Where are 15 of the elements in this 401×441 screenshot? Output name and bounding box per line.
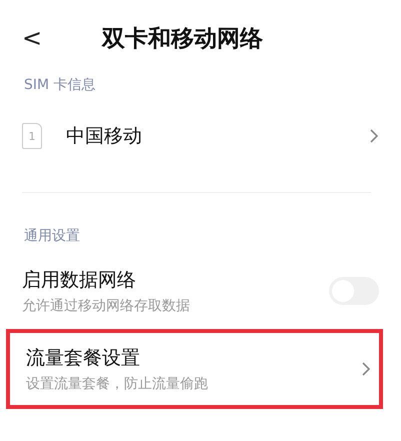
section-heading: SIM 卡信息 <box>24 77 96 93</box>
settings-row[interactable]: 1 中国移动 <box>22 100 379 170</box>
setting-title: 启用数据网络 <box>22 268 137 293</box>
settings-row[interactable]: 启用数据网络 允许通过移动网络存取数据 <box>22 251 379 329</box>
setting-description: 设置流量套餐，防止流量偷跑 <box>26 375 209 393</box>
setting-description: 允许通过移动网络存取数据 <box>22 297 191 315</box>
back-button[interactable]: < <box>22 24 102 52</box>
highlight-frame[interactable]: 流量套餐设置 设置流量套餐，防止流量偷跑 <box>6 329 383 409</box>
chevron-icon <box>361 361 371 377</box>
setting-title: 中国移动 <box>66 124 143 149</box>
section-heading: 通用设置 <box>24 228 80 244</box>
chevron-icon <box>369 128 379 144</box>
setting-title: 流量套餐设置 <box>26 346 141 371</box>
sim-card-icon: 1 <box>22 123 42 149</box>
page-title: 双卡和移动网络 <box>102 24 263 54</box>
